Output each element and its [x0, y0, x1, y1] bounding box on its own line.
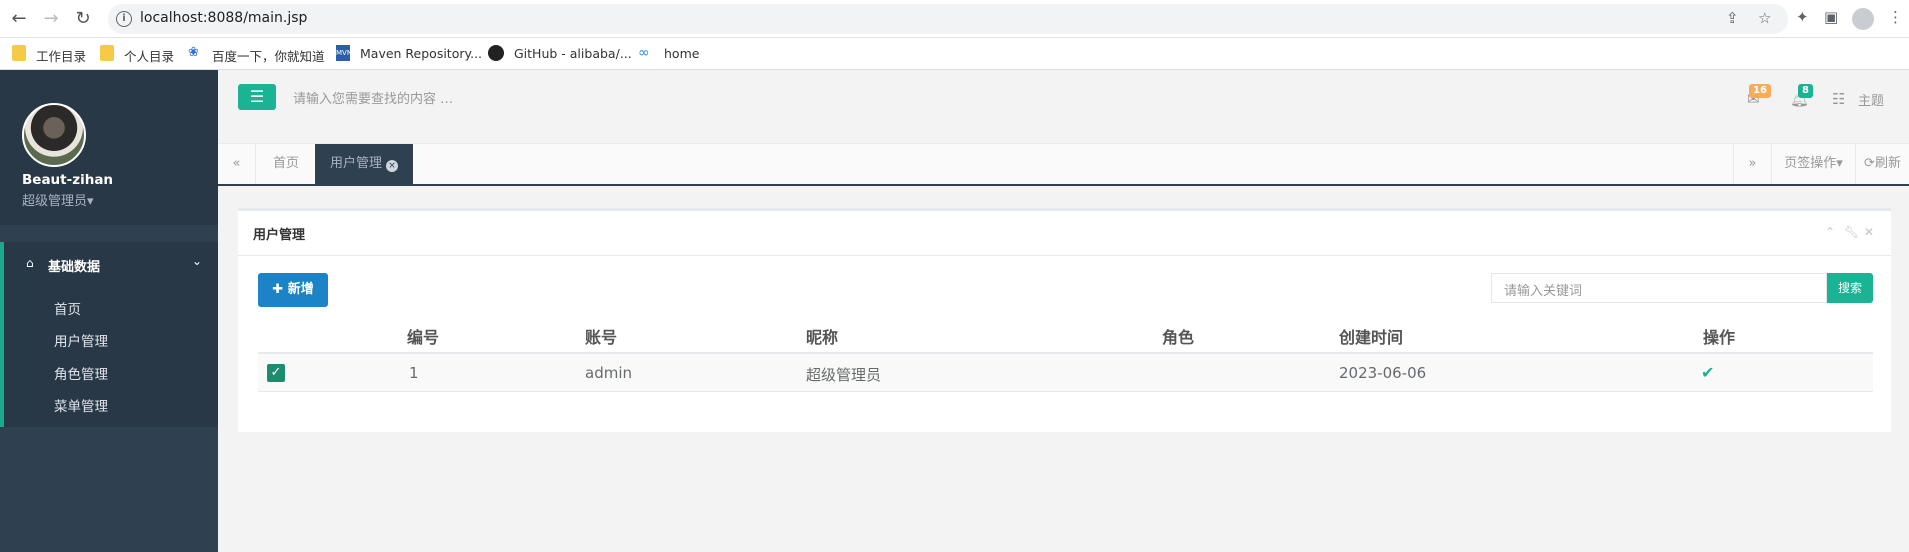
home-icon: ⌂ — [26, 256, 34, 270]
site-info-icon[interactable]: i — [116, 11, 132, 27]
column-header-id[interactable]: 编号 — [407, 324, 439, 348]
divider — [238, 255, 1891, 256]
bookmark-star-icon[interactable]: ☆ — [1758, 9, 1771, 27]
refresh-label: 刷新 — [1874, 156, 1901, 171]
infinity-icon: ∞ — [638, 45, 650, 61]
sidebar-item-home[interactable]: 首页 — [54, 298, 81, 318]
forward-icon[interactable]: → — [40, 8, 62, 30]
bookmark-item[interactable]: home — [664, 46, 699, 61]
profile-area: Beaut-zihan 超级管理员▾ — [0, 70, 218, 225]
bookmark-item[interactable]: 工作目录 — [36, 46, 86, 65]
bookmark-item[interactable]: 个人目录 — [124, 46, 174, 65]
search-button[interactable]: 搜索 — [1827, 273, 1873, 303]
cell-account: admin — [585, 364, 632, 382]
bell-count-badge: 8 — [1798, 84, 1813, 98]
add-user-button[interactable]: ✚ 新增 — [258, 273, 328, 307]
column-header-account[interactable]: 账号 — [585, 324, 617, 348]
column-header-actions: 操作 — [1703, 328, 1736, 347]
avatar[interactable] — [22, 103, 86, 167]
sidebar-item-users[interactable]: 用户管理 — [54, 330, 108, 350]
refresh-button[interactable]: ⟳刷新 — [1855, 144, 1909, 184]
column-header-nickname[interactable]: 昵称 — [806, 324, 838, 348]
bookmark-item[interactable]: 百度一下，你就知道 — [212, 46, 325, 65]
table-row[interactable] — [258, 354, 1873, 392]
plus-icon: ✚ — [272, 282, 288, 297]
close-icon[interactable]: × — [386, 160, 399, 172]
browser-toolbar: ← → ↻ i localhost:8088/main.jsp ⇪ ☆ ✦ ▣ … — [0, 0, 1909, 38]
mail-count-badge: 16 — [1749, 84, 1771, 98]
global-search-input[interactable]: 请输入您需要查找的内容 … — [293, 84, 693, 110]
cell-created: 2023-06-06 — [1339, 364, 1427, 382]
theme-link[interactable]: 主题 — [1858, 90, 1884, 109]
profile-avatar-icon[interactable] — [1852, 8, 1874, 30]
github-icon — [488, 45, 504, 61]
panel-title: 用户管理 — [253, 228, 306, 243]
close-icon[interactable]: ✕ — [1864, 225, 1874, 239]
tabs-scroll-left-icon[interactable]: « — [218, 144, 256, 184]
folder-icon — [12, 45, 26, 61]
bookmark-item[interactable]: Maven Repository... — [360, 46, 482, 61]
back-icon[interactable]: ← — [8, 8, 30, 30]
extensions-icon[interactable]: ✦ — [1796, 8, 1809, 26]
browser-menu-icon[interactable]: ⋮ — [1888, 8, 1903, 26]
column-header-role[interactable]: 角色 — [1162, 324, 1194, 348]
keyword-search-input[interactable]: 请输入关键词 — [1491, 273, 1827, 303]
share-icon[interactable]: ⇪ — [1726, 9, 1739, 27]
user-role-dropdown[interactable]: 超级管理员▾ — [22, 190, 94, 209]
column-header-created[interactable]: 创建时间 — [1339, 324, 1403, 348]
sidebar-item-menus[interactable]: 菜单管理 — [54, 395, 108, 415]
collapse-icon[interactable]: ⌃ — [1825, 225, 1835, 239]
row-checkbox[interactable]: ✓ — [267, 364, 285, 382]
url-text[interactable]: localhost:8088/main.jsp — [140, 10, 307, 26]
tab-operations-dropdown[interactable]: 页签操作▾ — [1771, 144, 1855, 184]
bookmarks-bar: 工作目录 个人目录 ❀ 百度一下，你就知道 MVN Maven Reposito… — [0, 38, 1909, 70]
page-tabs-bar: « 首页 用户管理 × » 页签操作▾ ⟳刷新 — [218, 144, 1909, 186]
tab-label: 用户管理 — [330, 156, 383, 171]
tab-user-management[interactable]: 用户管理 × — [315, 144, 414, 184]
menu-group-label[interactable]: 基础数据 — [48, 256, 100, 275]
chevron-down-icon[interactable]: ⌄ — [192, 254, 202, 268]
menu-group-basic-data: ⌂ 基础数据 ⌄ 首页 用户管理 角色管理 菜单管理 — [0, 242, 218, 427]
reload-icon[interactable]: ↻ — [72, 8, 94, 30]
side-panel-icon[interactable]: ▣ — [1824, 8, 1838, 26]
sidebar-item-roles[interactable]: 角色管理 — [54, 363, 108, 383]
address-bar[interactable]: i localhost:8088/main.jsp ⇪ ☆ — [108, 4, 1788, 34]
check-icon[interactable]: ✔ — [1701, 363, 1714, 382]
cell-id: 1 — [409, 364, 419, 382]
user-management-panel: 用户管理 ⌃ 🔧︎ ✕ ✚ 新增 请输入关键词 搜索 编号 账号 昵称 角色 创… — [238, 208, 1891, 432]
sidebar: Beaut-zihan 超级管理员▾ ⌂ 基础数据 ⌄ 首页 用户管理 角色管理… — [0, 70, 218, 552]
tabs-scroll-right-icon[interactable]: » — [1733, 144, 1771, 184]
bookmark-item[interactable]: GitHub - alibaba/... — [514, 46, 632, 61]
menu-toggle-button[interactable]: ☰ — [238, 84, 276, 110]
wrench-icon[interactable]: 🔧︎ — [1844, 225, 1859, 239]
add-user-label: 新增 — [287, 282, 314, 297]
maven-icon: MVN — [336, 45, 352, 61]
theme-icon[interactable]: ☷ — [1832, 90, 1845, 108]
top-navbar: ☰ 请输入您需要查找的内容 … ✉ 16 🔔︎ 8 ☷ 主题 — [218, 70, 1909, 144]
tab-home[interactable]: 首页 — [258, 144, 314, 184]
cell-nickname: 超级管理员 — [806, 366, 882, 384]
user-name: Beaut-zihan — [22, 172, 114, 188]
baidu-icon: ❀ — [188, 45, 199, 60]
folder-icon — [100, 45, 114, 61]
refresh-icon: ⟳ — [1864, 156, 1875, 171]
